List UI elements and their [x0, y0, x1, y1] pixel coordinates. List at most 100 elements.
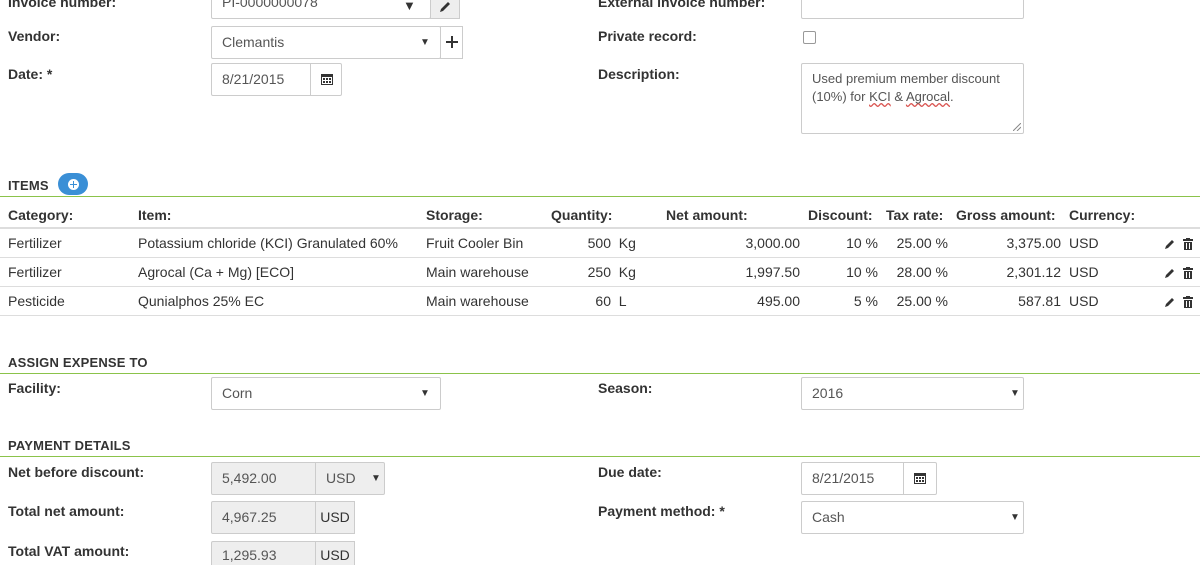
cell-discount: 5 %	[800, 286, 878, 316]
facility-label: Facility:	[8, 380, 61, 396]
cell-actions	[1136, 228, 1200, 258]
add-vendor-button[interactable]	[440, 26, 463, 59]
cell-net: 495.00	[658, 286, 800, 316]
invoice-number-select[interactable]: PI-0000000078	[211, 0, 431, 19]
total-net-amount-field: 4,967.25	[211, 501, 316, 534]
table-row: Pesticide Qunialphos 25% EC Main warehou…	[0, 286, 1200, 316]
cell-quantity: 250 Kg	[543, 257, 658, 287]
cell-category: Pesticide	[0, 286, 130, 316]
quantity-value: 60	[595, 293, 611, 309]
cell-item: Potassium chloride (KCI) Granulated 60%	[130, 228, 418, 258]
cell-discount: 10 %	[800, 257, 878, 287]
calendar-icon	[914, 473, 926, 484]
date-value: 8/21/2015	[222, 71, 285, 87]
quantity-unit: Kg	[618, 264, 636, 280]
net-before-discount-label: Net before discount:	[8, 464, 145, 480]
net-before-discount-field: 5,492.00	[211, 462, 316, 495]
edit-invoice-number-button[interactable]	[430, 0, 460, 19]
payment-method-value: Cash	[812, 509, 845, 525]
trash-icon[interactable]	[1182, 267, 1194, 280]
private-record-label: Private record:	[598, 28, 697, 44]
payment-section-rule	[0, 456, 1200, 457]
cell-gross: 587.81	[948, 286, 1061, 316]
quantity-value: 250	[587, 264, 611, 280]
table-row: Fertilizer Potassium chloride (KCI) Gran…	[0, 228, 1200, 258]
trash-icon[interactable]	[1182, 238, 1194, 251]
resize-handle-icon[interactable]	[1013, 123, 1021, 131]
col-category: Category:	[0, 203, 130, 229]
caret-down-icon: ▼	[420, 37, 430, 48]
col-gross-amount: Gross amount:	[948, 203, 1061, 229]
caret-down-icon: ▼	[420, 388, 430, 399]
pencil-icon	[440, 2, 450, 12]
external-invoice-input[interactable]	[801, 0, 1024, 19]
payment-method-select[interactable]: Cash	[801, 501, 1024, 534]
pencil-icon[interactable]	[1164, 267, 1176, 279]
description-text-amp: &	[890, 89, 906, 104]
cell-currency: USD	[1061, 286, 1136, 316]
add-item-button[interactable]	[58, 173, 88, 195]
vendor-select[interactable]: Clemantis	[211, 26, 441, 59]
cell-item: Qunialphos 25% EC	[130, 286, 418, 316]
description-text-end: .	[950, 89, 954, 104]
trash-icon[interactable]	[1182, 296, 1194, 309]
description-label: Description:	[598, 66, 680, 82]
pencil-icon[interactable]	[1164, 238, 1176, 250]
total-net-currency-addon: USD	[315, 501, 355, 534]
invoice-number-value: PI-0000000078	[222, 0, 318, 10]
facility-select[interactable]: Corn	[211, 377, 441, 410]
due-date-value: 8/21/2015	[812, 470, 875, 486]
private-record-checkbox[interactable]	[803, 31, 816, 44]
col-currency: Currency:	[1061, 203, 1136, 229]
total-vat-amount-label: Total VAT amount:	[8, 543, 130, 559]
season-label: Season:	[598, 380, 653, 396]
total-vat-amount-value: 1,295.93	[222, 547, 277, 563]
table-row: Fertilizer Agrocal (Ca + Mg) [ECO] Main …	[0, 257, 1200, 287]
col-net-amount: Net amount:	[658, 203, 800, 229]
cell-category: Fertilizer	[0, 257, 130, 287]
cell-tax: 25.00 %	[878, 228, 948, 258]
cell-tax: 25.00 %	[878, 286, 948, 316]
vendor-label: Vendor:	[8, 28, 61, 44]
pencil-icon[interactable]	[1164, 296, 1176, 308]
cell-storage: Main warehouse	[418, 286, 543, 316]
calendar-icon	[321, 74, 333, 85]
vendor-value: Clemantis	[222, 34, 285, 50]
cell-storage: Fruit Cooler Bin	[418, 228, 543, 258]
total-net-amount-value: 4,967.25	[222, 509, 277, 525]
cell-net: 1,997.50	[658, 257, 800, 287]
items-table: Category: Item: Storage: Quantity: Net a…	[0, 203, 1200, 316]
items-header-row: Category: Item: Storage: Quantity: Net a…	[0, 203, 1200, 229]
plus-circle-icon	[67, 178, 79, 190]
cell-currency: USD	[1061, 228, 1136, 258]
cell-item: Agrocal (Ca + Mg) [ECO]	[130, 257, 418, 287]
net-before-discount-value: 5,492.00	[222, 470, 277, 486]
cell-quantity: 500 Kg	[543, 228, 658, 258]
payment-section-title: PAYMENT DETAILS	[8, 438, 131, 453]
payment-method-label: Payment method: *	[598, 503, 725, 519]
quantity-unit: Kg	[618, 235, 636, 251]
due-date-label: Due date:	[598, 464, 662, 480]
due-date-calendar-button[interactable]	[903, 462, 937, 495]
cell-category: Fertilizer	[0, 228, 130, 258]
description-textarea[interactable]: Used premium member discount (10%) for K…	[801, 63, 1024, 134]
caret-down-icon: ▼	[371, 473, 381, 484]
facility-value: Corn	[222, 385, 253, 401]
col-item: Item:	[130, 203, 418, 229]
items-section-title: ITEMS	[8, 178, 49, 193]
plus-icon	[445, 36, 458, 48]
total-vat-amount-field: 1,295.93	[211, 541, 316, 565]
external-invoice-label: External invoice number:	[598, 0, 766, 10]
cell-tax: 28.00 %	[878, 257, 948, 287]
invoice-number-label: Invoice number:	[8, 0, 117, 10]
col-quantity: Quantity:	[543, 203, 658, 229]
date-label: Date: *	[8, 66, 53, 82]
cell-quantity: 60 L	[543, 286, 658, 316]
season-select[interactable]: 2016	[801, 377, 1024, 410]
total-vat-currency-addon: USD	[315, 541, 355, 565]
col-actions	[1136, 203, 1200, 229]
quantity-value: 500	[587, 235, 611, 251]
total-vat-currency-value: USD	[320, 547, 350, 563]
date-calendar-button[interactable]	[310, 63, 342, 96]
total-net-currency-value: USD	[320, 509, 350, 525]
